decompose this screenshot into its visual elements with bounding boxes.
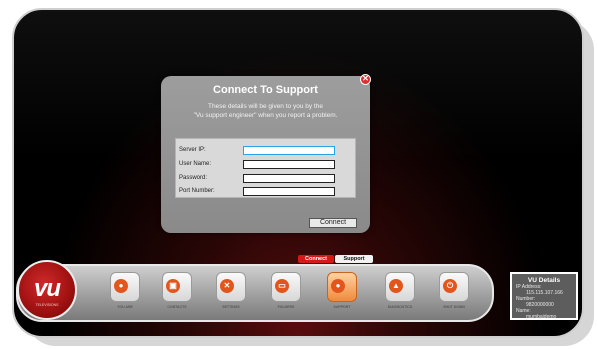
dialog-subtitle-line2: "Vu support engineer" when you report a … [193, 112, 338, 119]
close-icon[interactable]: ✕ [360, 74, 371, 85]
vu-logo-subtext: TELEVISIONS [35, 303, 59, 307]
password-row: Password: [179, 174, 349, 183]
server-ip-row: Server IP: [179, 146, 349, 155]
dock-caption: YOU ARE [117, 305, 133, 309]
tab-connect[interactable]: Connect [298, 255, 334, 263]
server-ip-label: Server IP: [179, 147, 206, 153]
dock-caption: DIAGNOSTICS [387, 305, 413, 309]
vu-details-title: VU Details [527, 277, 561, 284]
tab-support[interactable]: Support [335, 255, 373, 263]
vu-details-panel: VU Details IP Address: 115.115.107.166 N… [510, 272, 578, 320]
vu-logo: vu TELEVISIONS [17, 260, 77, 320]
connect-support-dialog: Connect To Support These details will be… [161, 76, 370, 233]
support-icon: ● [331, 279, 345, 293]
dock-caption: SETTINGS [222, 305, 240, 309]
dock-button-diagnostics[interactable]: ▲ DIAGNOSTICS [382, 272, 418, 315]
dock-button-support[interactable]: ● SUPPORT [324, 272, 360, 315]
user-icon: ● [114, 279, 128, 293]
port-number-label: Port Number: [179, 188, 215, 194]
dock-button-contacts[interactable]: ▣ CONTACTS [159, 272, 195, 315]
user-name-label: User Name: [179, 161, 212, 167]
folder-icon: ▭ [275, 279, 289, 293]
dock-caption: FOLDERS [277, 305, 295, 309]
dock-caption: SUPPORT [333, 305, 351, 309]
name-value: mumbaidemo [526, 314, 557, 320]
dock-caption: CONTACTS [167, 305, 187, 309]
server-ip-input[interactable] [243, 146, 335, 155]
dock-button-folders[interactable]: ▭ FOLDERS [268, 272, 304, 315]
dock-button-settings[interactable]: ✕ SETTINGS [213, 272, 249, 315]
dock-bar [16, 264, 494, 322]
power-icon: ⏻ [443, 279, 457, 293]
dock-button-you-are[interactable]: ● YOU ARE [107, 272, 143, 315]
port-number-input[interactable] [243, 187, 335, 196]
vu-logo-text: vu [33, 275, 61, 302]
user-name-row: User Name: [179, 160, 349, 169]
contacts-icon: ▣ [166, 279, 180, 293]
dialog-subtitle-line1: These details will be given to you by th… [208, 103, 323, 110]
dialog-title: Connect To Support [213, 84, 318, 96]
password-label: Password: [179, 175, 208, 181]
password-input[interactable] [243, 174, 335, 183]
diagnostics-icon: ▲ [389, 279, 403, 293]
port-number-row: Port Number: [179, 187, 349, 196]
dialog-subtitle: These details will be given to you by th… [171, 102, 360, 120]
settings-icon: ✕ [220, 279, 234, 293]
user-name-input[interactable] [243, 160, 335, 169]
dock-caption: SHUT DOWN [443, 305, 465, 309]
dialog-connect-button[interactable]: Connect [309, 218, 357, 228]
dock-button-shut-down[interactable]: ⏻ SHUT DOWN [436, 272, 472, 315]
